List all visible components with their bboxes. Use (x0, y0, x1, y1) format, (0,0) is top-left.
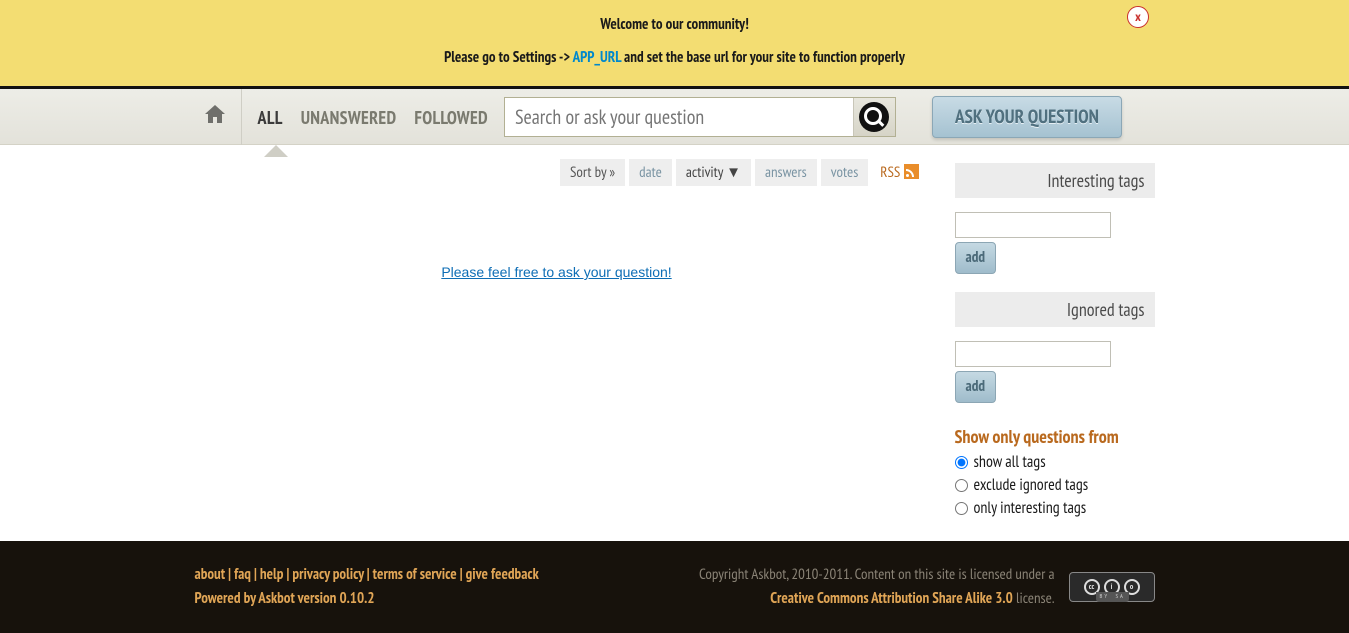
interesting-tags-heading: Interesting tags (955, 163, 1155, 198)
footer-feedback[interactable]: give feedback (466, 565, 539, 584)
footer-help[interactable]: help (260, 565, 284, 584)
footer-privacy[interactable]: privacy policy (292, 565, 363, 584)
active-tab-arrow-icon (264, 145, 288, 157)
interesting-tags-input[interactable] (955, 212, 1111, 238)
navbar: ALL UNANSWERED FOLLOWED ASK YOUR QUESTIO… (0, 89, 1349, 145)
home-icon[interactable] (195, 101, 235, 134)
search-box (504, 97, 896, 137)
announcement-banner: Welcome to our community! Please go to S… (0, 0, 1349, 86)
add-interesting-tag-button[interactable]: add (955, 242, 997, 274)
footer-faq[interactable]: faq (234, 565, 251, 584)
search-icon (859, 102, 889, 132)
filter-heading: Show only questions from (955, 425, 1155, 448)
sort-activity[interactable]: activity ▼ (676, 159, 751, 186)
nav-divider (241, 89, 242, 145)
cc-badge-icon[interactable]: ccio BY SA (1069, 572, 1155, 602)
radio-only-interesting[interactable] (955, 502, 968, 515)
radio-exclude-ignored[interactable] (955, 479, 968, 492)
sidebar: Interesting tags add Ignored tags add Sh… (955, 153, 1155, 541)
scope-tabs: ALL UNANSWERED FOLLOWED (258, 106, 488, 129)
footer-links: about | faq | help | privacy policy | te… (195, 563, 539, 611)
tab-followed[interactable]: FOLLOWED (414, 106, 488, 129)
tab-all[interactable]: ALL (258, 106, 283, 129)
sort-bar: Sort by » date activity ▼ answers votes … (560, 159, 919, 186)
ignored-tags-heading: Ignored tags (955, 292, 1155, 327)
rss-icon (904, 164, 919, 179)
rss-link[interactable]: RSS (880, 163, 918, 182)
banner-line2: Please go to Settings -> APP_URL and set… (0, 41, 1349, 74)
search-button[interactable] (853, 98, 895, 136)
sort-votes[interactable]: votes (821, 159, 869, 186)
tab-unanswered[interactable]: UNANSWERED (301, 106, 397, 129)
ask-prompt-link[interactable]: Please feel free to ask your question! (441, 264, 671, 280)
ask-question-button[interactable]: ASK YOUR QUESTION (932, 96, 1122, 138)
sort-label: Sort by » (560, 159, 625, 186)
sort-date[interactable]: date (629, 159, 672, 186)
footer: about | faq | help | privacy policy | te… (0, 541, 1349, 633)
footer-powered-by[interactable]: Powered by Askbot version 0.10.2 (195, 589, 375, 608)
search-input[interactable] (505, 98, 853, 136)
main-content: Sort by » date activity ▼ answers votes … (195, 153, 919, 541)
filter-exclude-ignored[interactable]: exclude ignored tags (955, 475, 1155, 495)
cc-license-link[interactable]: Creative Commons Attribution Share Alike… (770, 589, 1013, 608)
close-icon[interactable]: x (1127, 6, 1149, 28)
empty-state: Please feel free to ask your question! (195, 186, 919, 322)
sort-answers[interactable]: answers (755, 159, 817, 186)
radio-show-all[interactable] (955, 456, 968, 469)
app-url-link[interactable]: APP_URL (573, 48, 621, 67)
footer-copyright: Copyright Askbot, 2010-2011. Content on … (655, 563, 1055, 611)
footer-tos[interactable]: terms of service (373, 565, 457, 584)
add-ignored-tag-button[interactable]: add (955, 371, 997, 403)
ignored-tags-input[interactable] (955, 341, 1111, 367)
filter-only-interesting[interactable]: only interesting tags (955, 498, 1155, 518)
footer-about[interactable]: about (195, 565, 226, 584)
filter-show-all[interactable]: show all tags (955, 452, 1155, 472)
